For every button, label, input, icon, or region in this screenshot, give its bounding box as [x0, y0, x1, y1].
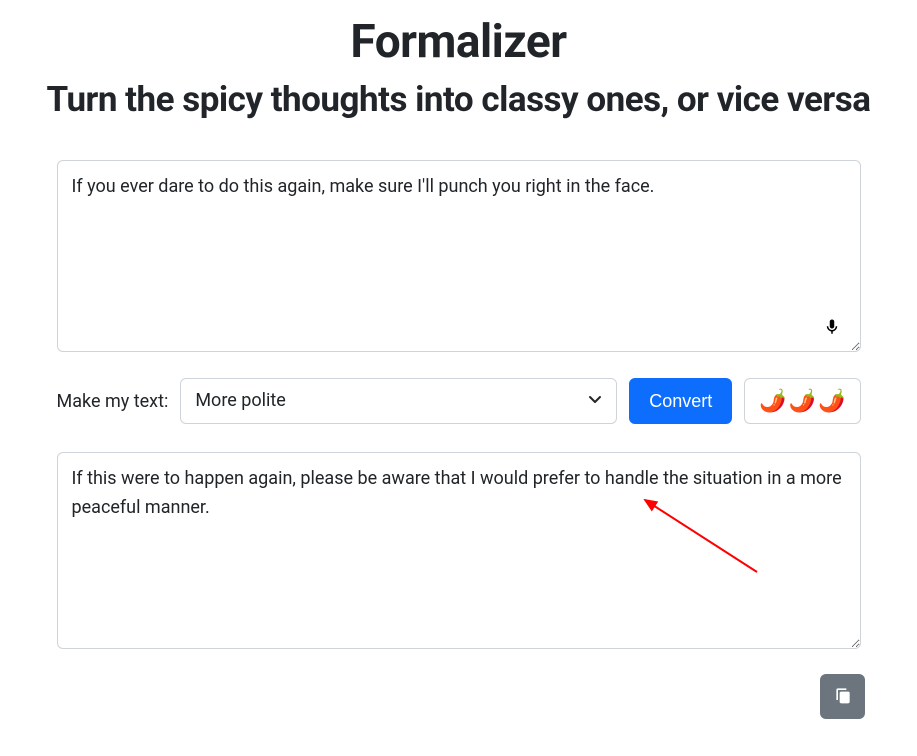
- convert-button[interactable]: Convert: [629, 378, 732, 424]
- chili-icon: 🌶️: [818, 389, 845, 414]
- page-subtitle: Turn the spicy thoughts into classy ones…: [10, 79, 907, 120]
- output-wrap: [57, 452, 861, 653]
- tone-select-wrap: More polite: [180, 378, 617, 424]
- page-title: Formalizer: [10, 15, 907, 69]
- microphone-icon[interactable]: [823, 316, 841, 338]
- spice-indicator[interactable]: 🌶️ 🌶️ 🌶️: [744, 378, 860, 424]
- chili-icon: 🌶️: [789, 389, 816, 414]
- input-textarea[interactable]: [57, 160, 861, 352]
- tone-label: Make my text:: [57, 391, 169, 412]
- copy-icon: [833, 685, 853, 708]
- output-textarea[interactable]: [57, 452, 861, 649]
- tone-select[interactable]: More polite: [180, 378, 617, 424]
- chili-icon: 🌶️: [759, 389, 786, 414]
- copy-button[interactable]: [820, 674, 865, 719]
- input-wrap: [57, 160, 861, 356]
- controls-row: Make my text: More polite Convert 🌶️ 🌶️ …: [57, 378, 861, 424]
